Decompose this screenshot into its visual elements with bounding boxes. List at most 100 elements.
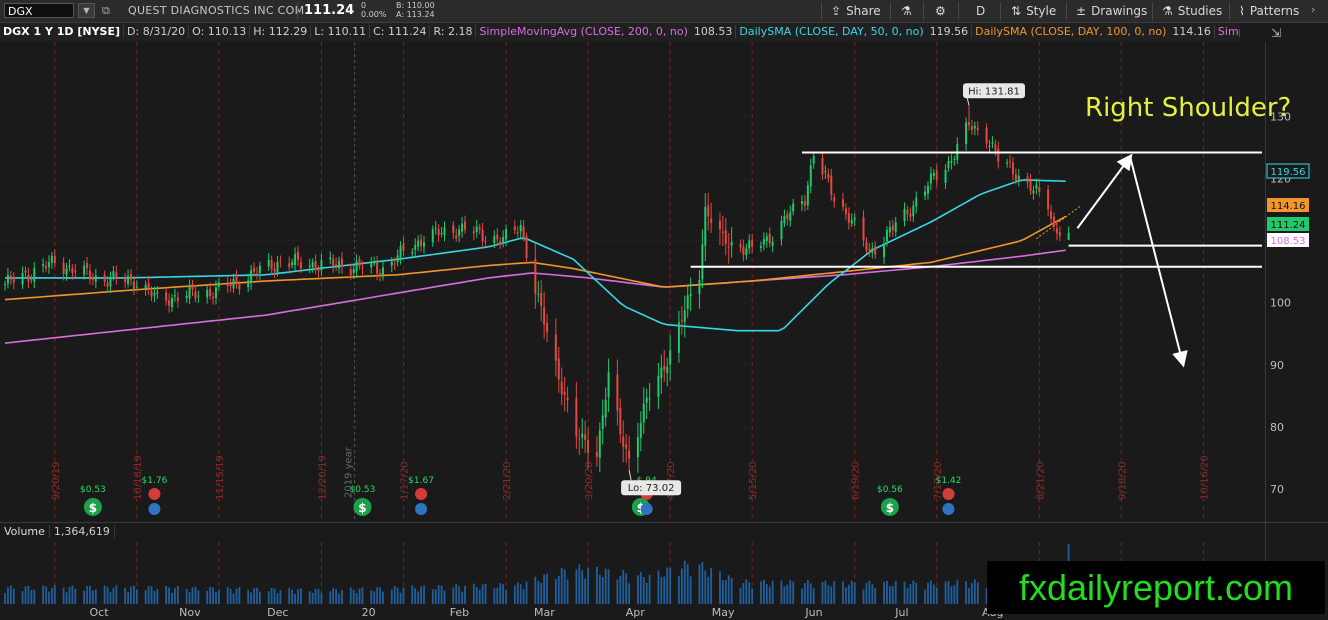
candle-body xyxy=(288,263,291,268)
candle-body xyxy=(648,398,651,400)
volume-bar xyxy=(420,586,422,604)
price-chart[interactable]: 9/20/19 10/18/19 11/15/19 12/20/19 1/17/20 2/… xyxy=(0,0,1328,620)
volume-bar xyxy=(745,579,748,604)
candle-body xyxy=(748,240,751,249)
candle-body xyxy=(294,254,297,265)
volume-bar xyxy=(92,590,94,604)
symbol-dropdown-button[interactable]: ▼ xyxy=(78,3,95,18)
candle-body xyxy=(194,291,197,299)
dividend-icon[interactable] xyxy=(148,488,161,500)
candle-body xyxy=(24,270,27,273)
candle-body xyxy=(188,286,191,299)
candle-body xyxy=(53,255,56,264)
candle-body xyxy=(168,300,171,306)
candle-body xyxy=(30,278,33,280)
earnings-icon[interactable] xyxy=(880,498,899,516)
timeframe-button[interactable]: D xyxy=(976,4,985,18)
volume-bar xyxy=(502,584,505,604)
candle-body xyxy=(566,397,569,401)
dollar-icon: $ xyxy=(89,501,97,515)
expiration-date-label: 7/17/20 xyxy=(933,461,944,500)
candle-body xyxy=(575,398,578,437)
volume-bar xyxy=(27,585,30,604)
settings-button[interactable]: ⚙ xyxy=(935,4,951,18)
volume-bar xyxy=(379,587,381,604)
conference-icon[interactable] xyxy=(640,503,653,515)
volume-bar xyxy=(760,581,762,604)
volume-bar xyxy=(226,586,229,604)
right-shoulder-annotation[interactable]: Right Shoulder? xyxy=(1085,93,1291,123)
studies-button[interactable]: ⚗ Studies xyxy=(1162,4,1222,18)
volume-bar xyxy=(616,579,619,604)
x-month-label: Jul xyxy=(894,606,908,619)
y-tick-label: 90 xyxy=(1270,359,1284,372)
candle-body xyxy=(806,185,809,206)
projection-arrow[interactable] xyxy=(1129,156,1188,368)
candle-body xyxy=(21,272,24,285)
candle-body xyxy=(464,221,467,230)
volume-bar xyxy=(809,583,812,604)
volume-bar xyxy=(935,587,938,604)
conference-icon[interactable] xyxy=(148,503,161,515)
volume-bar xyxy=(308,591,311,604)
candle-body xyxy=(45,265,48,269)
link-icon[interactable]: ⧉ xyxy=(102,4,110,18)
sma-more-study-label[interactable]: SimpleMovingAvg ... xyxy=(1215,25,1240,38)
candle-body xyxy=(255,273,258,275)
candle-body xyxy=(317,270,320,272)
volume-bar xyxy=(619,575,622,604)
volume-bar xyxy=(847,584,850,604)
sma200-price-bubble xyxy=(1267,233,1309,247)
projection-arrow[interactable] xyxy=(1076,153,1133,229)
drawings-icon: ± xyxy=(1076,4,1087,18)
candle-body xyxy=(276,261,279,273)
dividend-icon[interactable] xyxy=(415,488,428,500)
volume-bar xyxy=(751,588,754,604)
candle-body xyxy=(250,270,253,283)
volume-bar xyxy=(710,567,713,604)
dividend-icon[interactable] xyxy=(640,488,653,500)
conference-icon[interactable] xyxy=(415,503,428,515)
candle-body xyxy=(950,160,953,163)
company-name: QUEST DIAGNOSTICS INC COM xyxy=(128,4,305,17)
candle-body xyxy=(991,142,994,144)
expiration-date-label: 12/20/19 xyxy=(317,455,328,500)
volume-bar xyxy=(135,589,138,604)
sma100-study-label[interactable]: DailySMA (CLOSE, DAY, 100, 0, no) xyxy=(972,25,1169,38)
share-button[interactable]: ⇪ Share xyxy=(831,4,881,18)
volume-bar xyxy=(578,564,581,604)
drawings-button[interactable]: ± Drawings xyxy=(1076,4,1147,18)
candle-body xyxy=(803,201,806,206)
style-button[interactable]: ⇅ Style xyxy=(1011,4,1056,18)
candle-body xyxy=(83,265,86,275)
volume-bar xyxy=(762,579,765,604)
volume-bar xyxy=(944,581,947,604)
candle-body xyxy=(42,264,45,267)
patterns-button[interactable]: ⌇ Patterns xyxy=(1239,4,1299,18)
earnings-icon[interactable] xyxy=(83,498,102,516)
volume-bar xyxy=(423,585,425,604)
candle-body xyxy=(417,240,420,247)
candle-body xyxy=(396,255,399,262)
sma200-study-label[interactable]: SimpleMovingAvg (CLOSE, 200, 0, no) xyxy=(476,25,690,38)
earnings-icon[interactable] xyxy=(353,498,372,516)
expiration-date-label: 9/18/20 xyxy=(1117,461,1128,500)
volume-bar xyxy=(270,587,273,604)
candle-body xyxy=(329,257,332,260)
sma50-study-label[interactable]: DailySMA (CLOSE, DAY, 50, 0, no) xyxy=(736,25,926,38)
flask-button[interactable]: ⚗ xyxy=(901,4,917,18)
symbol-input[interactable]: DGX xyxy=(4,3,74,18)
volume-bar xyxy=(109,592,112,604)
collapse-icon[interactable]: ⇲ xyxy=(1271,26,1281,40)
volume-bar xyxy=(238,587,241,604)
earnings-icon[interactable] xyxy=(631,498,650,516)
candle-body xyxy=(472,231,475,234)
chevron-right-icon[interactable]: › xyxy=(1311,3,1315,16)
volume-bar xyxy=(434,589,437,604)
volume-bar xyxy=(335,589,337,604)
candle-body xyxy=(680,320,683,322)
dividend-icon[interactable] xyxy=(942,488,955,500)
style-icon: ⇅ xyxy=(1011,4,1022,18)
candle-body xyxy=(197,295,200,297)
conference-icon[interactable] xyxy=(942,503,955,515)
